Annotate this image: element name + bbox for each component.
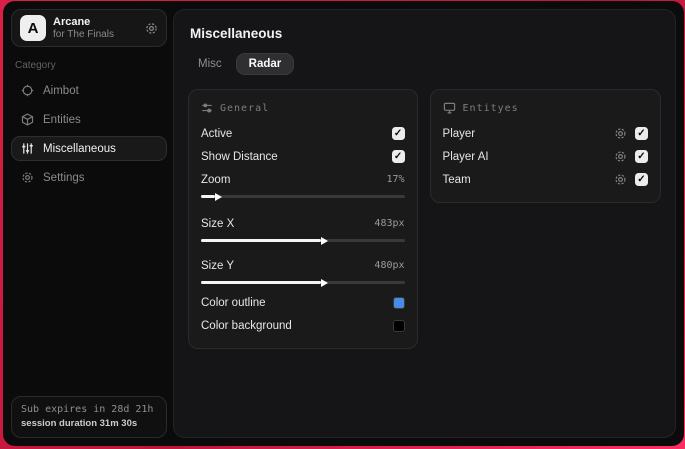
- general-panel-header: General: [201, 102, 405, 114]
- player-settings-gear-icon[interactable]: [614, 127, 627, 140]
- setting-label: Size Y: [201, 259, 235, 272]
- sliders-vertical-icon: [20, 142, 34, 155]
- setting-row-show-distance: Show Distance ✓: [201, 145, 405, 168]
- setting-label: Color background: [201, 319, 292, 332]
- slider-thumb[interactable]: [321, 278, 329, 287]
- setting-row-zoom: Zoom 17%: [201, 168, 405, 191]
- sidebar-item-aimbot[interactable]: Aimbot: [11, 78, 167, 103]
- zoom-value: 17%: [386, 174, 405, 185]
- setting-row-size-y: Size Y 480px: [201, 254, 405, 277]
- sidebar-item-settings[interactable]: Settings: [11, 165, 167, 190]
- sidebar-item-miscellaneous[interactable]: Miscellaneous: [11, 136, 167, 161]
- entity-row-player: Player ✓: [443, 122, 648, 145]
- zoom-slider[interactable]: [201, 191, 405, 202]
- tab-radar[interactable]: Radar: [235, 53, 295, 75]
- session-duration-text: session duration 31m 30s: [21, 418, 138, 429]
- monitor-icon: [443, 102, 456, 114]
- player-ai-checkbox[interactable]: ✓: [635, 150, 648, 163]
- setting-label: Zoom: [201, 173, 231, 186]
- size-x-slider[interactable]: [201, 235, 405, 246]
- entity-controls: ✓: [614, 173, 648, 186]
- team-checkbox[interactable]: ✓: [635, 173, 648, 186]
- entity-row-player-ai: Player AI ✓: [443, 145, 648, 168]
- entity-row-team: Team ✓: [443, 168, 648, 191]
- setting-row-active: Active ✓: [201, 122, 405, 145]
- main-panel: Miscellaneous Misc Radar General Active …: [173, 9, 676, 438]
- setting-label: Color outline: [201, 296, 266, 309]
- profile-text: Arcane for The Finals: [53, 16, 114, 40]
- setting-row-color-background: Color background: [201, 314, 405, 337]
- app-window: A Arcane for The Finals Category Aimbot …: [3, 1, 684, 446]
- profile-card: A Arcane for The Finals: [11, 9, 167, 47]
- entity-controls: ✓: [614, 150, 648, 163]
- player-ai-settings-gear-icon[interactable]: [614, 150, 627, 163]
- slider-fill: [201, 236, 329, 245]
- crosshair-icon: [20, 84, 34, 97]
- category-label: Category: [15, 60, 56, 71]
- setting-label: Show Distance: [201, 150, 278, 163]
- sliders-horizontal-icon: [201, 102, 213, 114]
- sidebar-item-label: Settings: [43, 171, 85, 184]
- panels-row: General Active ✓ Show Distance ✓ Zoom 17…: [188, 89, 661, 349]
- entities-panel-title: Entityes: [462, 102, 519, 114]
- setting-row-size-x: Size X 483px: [201, 212, 405, 235]
- tab-misc[interactable]: Misc: [190, 54, 230, 74]
- setting-label: Size X: [201, 217, 235, 230]
- size-y-slider[interactable]: [201, 277, 405, 288]
- general-panel: General Active ✓ Show Distance ✓ Zoom 17…: [188, 89, 418, 349]
- app-subtitle: for The Finals: [53, 28, 114, 40]
- game-background: A Arcane for The Finals Category Aimbot …: [0, 0, 685, 449]
- entity-label: Team: [442, 173, 471, 186]
- sidebar-item-label: Miscellaneous: [43, 142, 116, 155]
- size-x-value: 483px: [374, 218, 405, 229]
- entity-controls: ✓: [614, 127, 648, 140]
- profile-gear-icon[interactable]: [145, 22, 158, 35]
- show-distance-checkbox[interactable]: ✓: [391, 150, 405, 163]
- app-logo: A: [20, 15, 46, 41]
- subscription-card: Sub expires in 28d 21h session duration …: [11, 396, 167, 438]
- slider-fill: [201, 278, 329, 287]
- cube-icon: [20, 113, 34, 126]
- tab-bar: Misc Radar: [190, 53, 661, 75]
- slider-fill: [201, 192, 223, 201]
- slider-track: [201, 195, 405, 198]
- entity-label: Player: [442, 127, 476, 140]
- gap: [201, 205, 405, 212]
- active-checkbox[interactable]: ✓: [391, 127, 405, 140]
- player-checkbox[interactable]: ✓: [635, 127, 648, 140]
- gear-icon: [20, 171, 34, 184]
- slider-thumb[interactable]: [215, 192, 223, 201]
- entities-panel-header: Entityes: [443, 102, 648, 114]
- page-title: Miscellaneous: [190, 26, 283, 41]
- size-y-value: 480px: [374, 260, 405, 271]
- sidebar-item-label: Aimbot: [43, 84, 79, 97]
- color-outline-swatch[interactable]: [392, 296, 405, 309]
- sidebar-item-entities[interactable]: Entities: [11, 107, 167, 132]
- slider-thumb[interactable]: [321, 236, 329, 245]
- setting-label: Active: [201, 127, 233, 140]
- entity-label: Player AI: [442, 150, 489, 163]
- color-background-swatch[interactable]: [392, 319, 405, 332]
- setting-row-color-outline: Color outline: [201, 291, 405, 314]
- sidebar-item-label: Entities: [43, 113, 81, 126]
- sidebar: A Arcane for The Finals Category Aimbot …: [3, 1, 173, 446]
- sub-expires-text: Sub expires in 28d 21h: [21, 404, 154, 415]
- entities-panel: Entityes Player ✓ Player AI ✓ Team ✓: [429, 89, 661, 203]
- app-name: Arcane: [53, 15, 91, 28]
- team-settings-gear-icon[interactable]: [614, 173, 627, 186]
- general-panel-title: General: [220, 102, 270, 114]
